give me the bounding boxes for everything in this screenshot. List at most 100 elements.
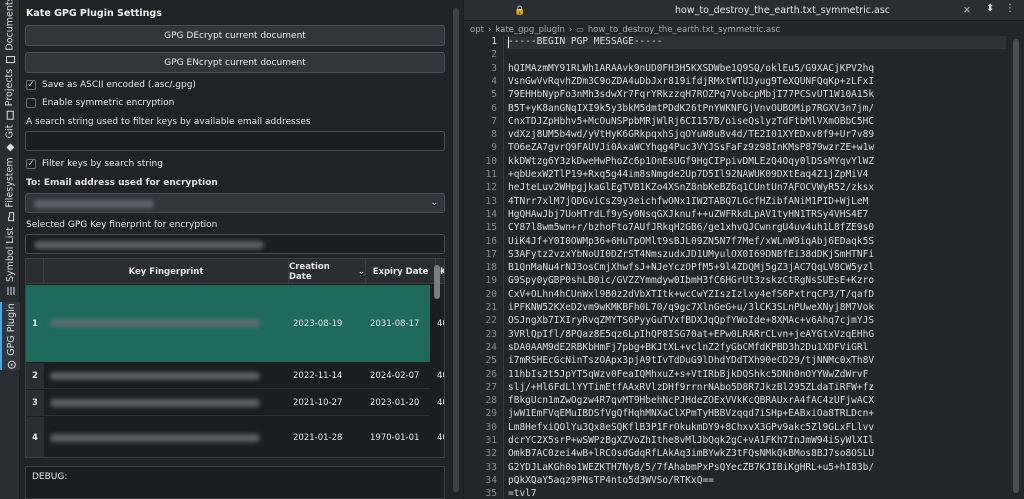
- documents-icon: [5, 55, 15, 63]
- tab-gpg-plugin-label: GPG Plugin: [5, 302, 17, 356]
- code-line: VsnGwVvRqvhZDm3C9oZDA4uDbJxr819ifdjRMxtW…: [508, 75, 875, 87]
- cell-creation: 2021-10-27: [293, 397, 343, 408]
- tab-filesystem[interactable]: Filesystem: [0, 156, 20, 221]
- editor-scrollbar[interactable]: [1009, 37, 1023, 497]
- line-number: 7: [491, 115, 497, 127]
- code-line: fBkgUcn1mZwOgzw4R7qvMT9HbehNcPJHdeZOExVV…: [508, 395, 875, 407]
- tab-projects[interactable]: Projects: [0, 68, 20, 120]
- code-line: =tvl7: [508, 488, 537, 499]
- selected-key-field[interactable]: [25, 234, 445, 254]
- tab-gpg-plugin[interactable]: GPG Plugin: [0, 302, 20, 370]
- cell-expiry: 2031-08-17: [370, 318, 420, 329]
- close-icon[interactable]: ✕: [963, 5, 971, 16]
- line-number: 12: [485, 182, 497, 194]
- redacted-email: [34, 200, 154, 208]
- tab-symbol-list[interactable]: Symbol List: [0, 226, 20, 295]
- keys-table[interactable]: Key Fingerprint Creation Date ⌄ Expiry D…: [25, 258, 445, 458]
- projects-icon: [6, 110, 14, 120]
- chevron-right-icon: ›: [568, 24, 573, 35]
- panel-scrollbar-thumb[interactable]: [453, 8, 459, 492]
- code-line: G2YDJLaKGh0o1WEZKTH7Ny8/5/7fAhabmPxPsQYe…: [508, 461, 875, 473]
- line-number: 6: [491, 102, 497, 114]
- line-number-gutter: 1 2 3 4 5 6 7 8 9 10 11 12 13 14 15 16 17 18 19 20 21 22 23 24 2…: [464, 36, 504, 499]
- corner-header: [26, 259, 44, 284]
- chevron-down-icon: ⌄: [357, 266, 365, 277]
- tab-git[interactable]: Git: [0, 124, 20, 151]
- line-number: 16: [485, 235, 497, 247]
- line-number: 29: [485, 408, 497, 420]
- debug-output: DEBUG:: [25, 466, 445, 499]
- col-expiry-date[interactable]: Expiry Date: [366, 259, 436, 284]
- code-area[interactable]: -----BEGIN PGP MESSAGE----- hQIMAzmMY91RL…: [506, 36, 1006, 499]
- to-email-label: To: Email address used for encryption: [26, 178, 218, 188]
- line-number: 2: [491, 49, 497, 61]
- filter-option[interactable]: ✓ Filter keys by search string: [26, 159, 163, 169]
- filter-checkbox[interactable]: ✓: [26, 159, 36, 169]
- code-line: CnxTDJZpHbhv5+McOuNSPpbMRjWlRj6CI157B/oi…: [508, 115, 875, 127]
- email-select[interactable]: ⌄: [25, 193, 445, 213]
- code-line: 79EHHbNypFo3nMh3sdwXr7FqrYRkzzqH7ROZPq7V…: [508, 89, 875, 101]
- line-number: 27: [485, 381, 497, 393]
- table-row[interactable]: 2 2022-11-14 2024-02-07 409: [26, 363, 444, 389]
- row-number: 3: [26, 390, 44, 415]
- line-number: 28: [485, 395, 497, 407]
- line-number: 18: [485, 262, 497, 274]
- code-line: heJteLuv2WHpgjkaGlEgTVB1KZo4XSnZ8nbKeBZ6…: [508, 182, 875, 194]
- line-number: 9: [491, 142, 497, 154]
- code-line: 3VRlQpIfl/8PQaz8E5qz6LpIhQP8ISG70at+EPw0…: [508, 328, 875, 340]
- save-ascii-checkbox[interactable]: ✓: [26, 80, 36, 90]
- code-line: -----BEGIN PGP MESSAGE-----: [508, 36, 663, 47]
- col-creation-date[interactable]: Creation Date ⌄: [289, 259, 366, 284]
- symmetric-label: Enable symmetric encryption: [42, 98, 175, 108]
- code-line: vdXzj8UM5b4wd/yVtHyK6GRkpqxhSjqOYuW8u8v4…: [508, 129, 875, 141]
- code-line: kkDWtzg6Y3zkDweHwPhoZc6p1OnEsUGf9HgCIPpi…: [508, 155, 875, 167]
- decrypt-button[interactable]: GPG DEcrypt current document: [25, 25, 445, 46]
- row-number: 2: [26, 363, 44, 388]
- table-row[interactable]: 1 2023-08-19 2031-08-17 409: [26, 285, 444, 362]
- breadcrumb-item[interactable]: kate_gpg_plugin: [495, 25, 565, 35]
- document-tab-title: how_to_destroy_the_earth.txt_symmetric.a…: [675, 5, 891, 16]
- document-tab[interactable]: 🔒 how_to_destroy_the_earth.txt_symmetric…: [470, 0, 971, 21]
- col-key-fingerprint[interactable]: Key Fingerprint: [44, 259, 289, 284]
- code-line: jwW1EmFVqEMuIBDSfVgQfHqhMNXaClXPmTyHBBVz…: [508, 408, 875, 420]
- symmetric-checkbox[interactable]: [26, 98, 36, 108]
- filter-label: Filter keys by search string: [42, 159, 163, 169]
- menu-icon[interactable]: ⋮: [1005, 3, 1015, 14]
- line-number: 31: [485, 435, 497, 446]
- editor-scrollbar-thumb[interactable]: [1013, 39, 1019, 493]
- search-input[interactable]: [25, 131, 445, 151]
- encrypt-button[interactable]: GPG ENcrypt current document: [25, 52, 445, 73]
- split-view-icon[interactable]: ⬍: [986, 3, 994, 14]
- code-line: B1QnMaNu4rNJ3osCmjXhwfsJ+NJeYczOPfM5+9l4…: [508, 262, 875, 274]
- code-line: S3AFytz2vzxYbNoUI0DZrST4NmszudxJD1UMyulO…: [508, 248, 875, 260]
- code-line: B5T+yK8anGNqIXI9k5y3bkM5dmtPDdK26tPnYWKN…: [508, 102, 875, 114]
- code-line: OmkB7AC0zei4wB+lRCOsdGdqRfLAkAq3imBYwkZ3…: [508, 448, 875, 460]
- panel-title: Kate GPG Plugin Settings: [26, 8, 162, 19]
- gpg-plugin-icon: [7, 360, 15, 369]
- tab-documents-label: Documents: [4, 0, 16, 51]
- line-number: 4: [491, 75, 497, 87]
- code-line: CY87l8wm5wn+r/bzhoFto7AUfJRkqH2GB6/ge1xh…: [508, 222, 875, 234]
- tab-documents[interactable]: Documents: [0, 0, 20, 63]
- editor-tabbar: 🔒 how_to_destroy_the_earth.txt_symmetric…: [464, 0, 1024, 21]
- redacted-fingerprint: [50, 319, 260, 327]
- panel-scrollbar[interactable]: [452, 4, 460, 496]
- code-line: dcrYC2X5srP+wSWPzBgXZVoZhIthe8vMlJbQqk2g…: [508, 435, 875, 446]
- cell-creation: 2022-11-14: [293, 370, 343, 381]
- chevron-down-icon: ⌄: [430, 198, 438, 208]
- line-number: 14: [485, 208, 497, 220]
- table-row[interactable]: 3 2021-10-27 2023-01-20 409: [26, 390, 444, 416]
- breadcrumb-item[interactable]: opt: [470, 25, 484, 35]
- tab-projects-label: Projects: [4, 68, 16, 106]
- line-number: 1: [491, 36, 497, 47]
- cell-expiry: 2023-01-20: [370, 397, 420, 408]
- table-row[interactable]: 4 2021-01-28 1970-01-01 409: [26, 417, 444, 457]
- tab-filesystem-label: Filesystem: [4, 156, 16, 208]
- table-scrollbar-thumb[interactable]: [434, 265, 440, 299]
- table-scrollbar[interactable]: [432, 261, 442, 455]
- symmetric-option[interactable]: Enable symmetric encryption: [26, 98, 174, 108]
- save-ascii-option[interactable]: ✓ Save as ASCII encoded (.asc/.gpg): [26, 80, 196, 90]
- code-line: +qbUexW2TlP19+Rxq5g44im8sNmgde2Up7D5Il92…: [508, 169, 869, 180]
- tab-git-label: Git: [4, 124, 16, 138]
- breadcrumb-item[interactable]: how_to_destroy_the_earth.txt_symmetric.a…: [588, 25, 780, 35]
